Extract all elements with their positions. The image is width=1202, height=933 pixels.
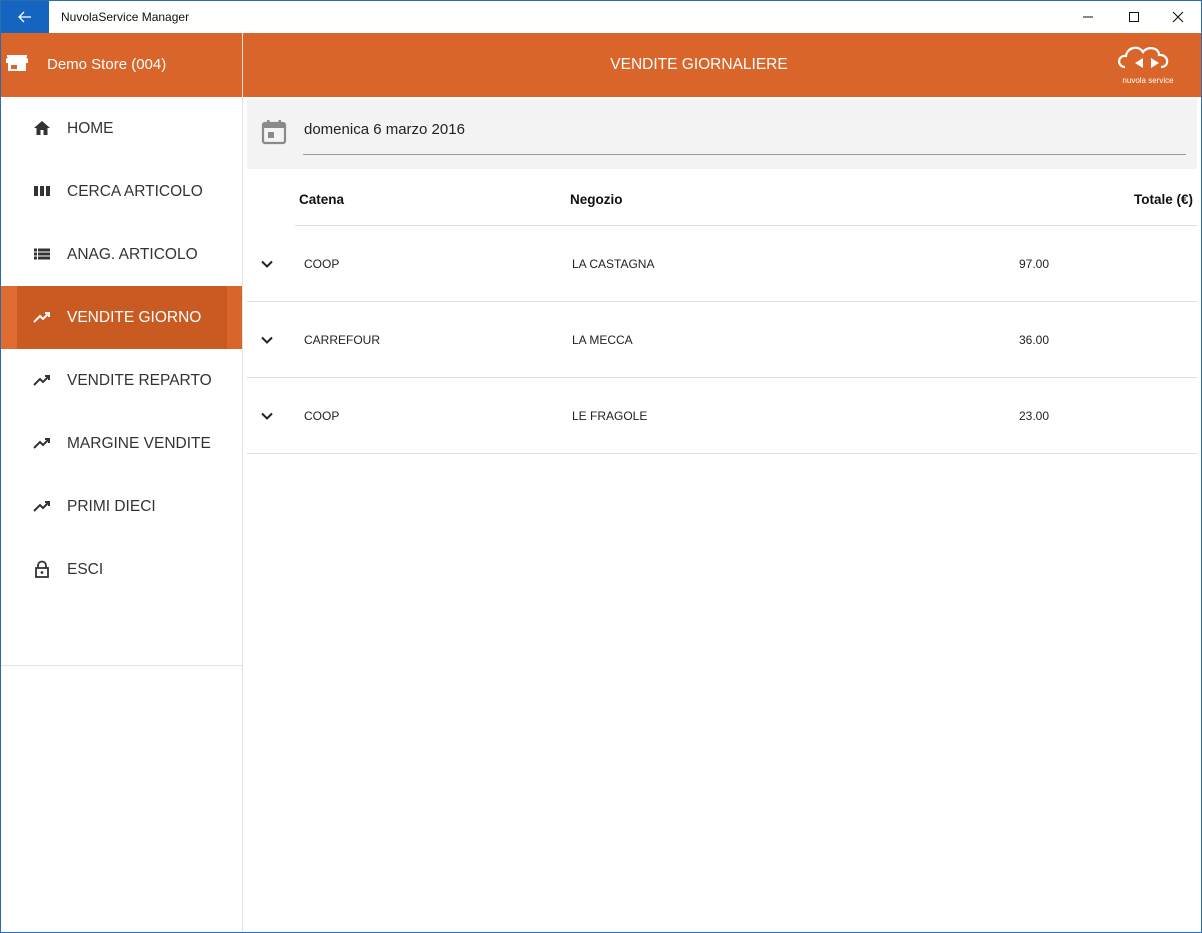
back-button[interactable] — [1, 1, 49, 33]
svg-text:nuvola service: nuvola service — [1122, 76, 1174, 85]
sidebar-item-primi-dieci[interactable]: PRIMI DIECI — [1, 475, 242, 538]
cell-negozio: LA MECCA — [572, 333, 633, 347]
home-icon — [34, 121, 50, 135]
sales-table: Catena Negozio Totale (€) COOP LA CASTAG… — [247, 169, 1197, 454]
sidebar-item-margine-vendite[interactable]: MARGINE VENDITE — [1, 412, 242, 475]
table-row[interactable]: CARREFOUR LA MECCA 36.00 — [247, 302, 1197, 378]
trending-up-icon — [33, 375, 50, 386]
table-header: Catena Negozio Totale (€) — [295, 169, 1197, 226]
cell-negozio: LE FRAGOLE — [572, 409, 648, 423]
app-bar: VENDITE GIORNALIERE nuvola service — [243, 33, 1201, 97]
sidebar-item-vendite-reparto[interactable]: VENDITE REPARTO — [1, 349, 242, 412]
title-bar: NuvolaService Manager — [1, 1, 1201, 33]
arrow-left-icon — [18, 11, 31, 23]
sidebar-item-label: HOME — [67, 120, 114, 137]
sidebar-item-label: VENDITE REPARTO — [67, 372, 212, 389]
active-indicator — [1, 286, 17, 349]
sidebar-item-label: MARGINE VENDITE — [67, 435, 211, 452]
date-field-underline — [303, 154, 1186, 155]
column-header-totale[interactable]: Totale (€) — [1134, 169, 1193, 226]
sidebar-item-label: ANAG. ARTICOLO — [67, 246, 198, 263]
chevron-down-icon[interactable] — [259, 256, 275, 272]
sidebar-item-label: VENDITE GIORNO — [67, 309, 202, 326]
sidebar-item-label: CERCA ARTICOLO — [67, 183, 203, 200]
table-row[interactable]: COOP LA CASTAGNA 97.00 — [247, 226, 1197, 302]
cell-catena: CARREFOUR — [304, 333, 381, 347]
maximize-button[interactable] — [1111, 1, 1157, 33]
app-window: NuvolaService Manager Demo Store (004) H… — [0, 0, 1202, 933]
close-button[interactable] — [1155, 1, 1201, 33]
nuvola-service-logo: nuvola service — [1118, 46, 1174, 85]
table-row[interactable]: COOP LE FRAGOLE 23.00 — [247, 378, 1197, 454]
column-header-catena[interactable]: Catena — [299, 169, 344, 226]
store-name: Demo Store (004) — [47, 56, 167, 73]
barcode-icon — [34, 186, 50, 196]
sidebar-item-label: PRIMI DIECI — [67, 498, 156, 515]
chevron-down-icon[interactable] — [259, 332, 275, 348]
minimize-icon — [1083, 16, 1093, 18]
store-header[interactable]: Demo Store (004) — [1, 33, 242, 97]
maximize-icon — [1129, 12, 1139, 22]
store-icon — [6, 55, 28, 71]
sidebar-item-cerca-articolo[interactable]: CERCA ARTICOLO — [1, 160, 242, 223]
column-header-negozio[interactable]: Negozio — [570, 169, 623, 226]
cell-catena: COOP — [304, 257, 340, 271]
chevron-down-icon[interactable] — [259, 408, 275, 424]
list-icon — [34, 248, 50, 260]
date-picker-value[interactable]: domenica 6 marzo 2016 — [304, 121, 465, 138]
date-filter-panel: domenica 6 marzo 2016 — [247, 99, 1197, 169]
cell-negozio: LA CASTAGNA — [572, 257, 655, 271]
trending-up-icon — [33, 312, 50, 323]
sidebar-divider — [1, 665, 242, 666]
window-title: NuvolaService Manager — [61, 10, 190, 24]
sidebar: Demo Store (004) HOME CERCA ARTICOLO ANA… — [1, 33, 243, 932]
sidebar-item-anag-articolo[interactable]: ANAG. ARTICOLO — [1, 223, 242, 286]
sidebar-item-esci[interactable]: ESCI — [1, 538, 242, 601]
sidebar-item-home[interactable]: HOME — [1, 97, 242, 160]
cell-totale: 23.00 — [1018, 409, 1049, 423]
calendar-icon[interactable] — [261, 119, 287, 145]
cell-totale: 97.00 — [1018, 257, 1049, 271]
page-title: VENDITE GIORNALIERE — [610, 56, 788, 73]
cell-totale: 36.00 — [1018, 333, 1049, 347]
trending-up-icon — [33, 438, 50, 449]
minimize-button[interactable] — [1065, 1, 1111, 33]
lock-icon — [35, 560, 49, 578]
close-icon — [1172, 11, 1184, 23]
cell-catena: COOP — [304, 409, 340, 423]
sidebar-item-label: ESCI — [67, 561, 104, 578]
sidebar-nav: HOME CERCA ARTICOLO ANAG. ARTICOLO VENDI… — [1, 97, 242, 666]
trending-up-icon — [33, 501, 50, 512]
sidebar-item-vendite-giorno[interactable]: VENDITE GIORNO — [1, 286, 242, 349]
